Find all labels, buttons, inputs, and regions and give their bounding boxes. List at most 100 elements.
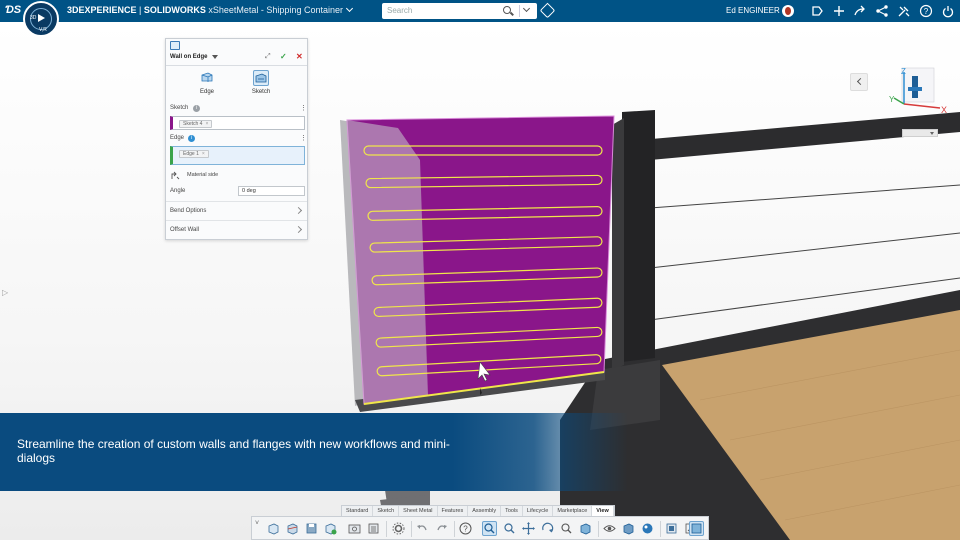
- compass-label-3d: 3D: [30, 15, 37, 21]
- more-options-icon[interactable]: ⋮: [300, 134, 307, 142]
- chevron-right-icon: [294, 206, 303, 215]
- axis-y-label: Y: [889, 95, 895, 104]
- undo-icon[interactable]: [415, 521, 430, 536]
- tab-features[interactable]: Features: [438, 506, 469, 516]
- svg-text:?: ?: [463, 525, 468, 534]
- toolbar-divider: [660, 521, 661, 537]
- search-input[interactable]: Search: [382, 3, 537, 19]
- wall-on-edge-panel: Wall on Edge ⤢ ✓ ✕ Sketch i ⋮ Sketch 4 × …: [165, 38, 308, 240]
- collapse-panel-button[interactable]: [850, 73, 868, 91]
- document-title[interactable]: xSheetMetal - Shipping Container: [208, 5, 343, 15]
- plus-icon[interactable]: [832, 4, 846, 18]
- brand-title[interactable]: 3DEXPERIENCE | SOLIDWORKS xSheetMetal - …: [67, 4, 354, 15]
- bend-options-label: Bend Options: [170, 208, 207, 214]
- edge-chip[interactable]: Edge 1 ×: [179, 150, 209, 158]
- play-icon: [38, 14, 45, 22]
- edge-chip-label: Edge 1: [183, 151, 199, 157]
- edge-mode-icon: [200, 70, 214, 84]
- brand-primary: 3DEXPERIENCE: [67, 5, 137, 15]
- zoom-icon[interactable]: [559, 521, 574, 536]
- axis-x-label: X: [941, 105, 947, 115]
- pan-icon[interactable]: [521, 521, 536, 536]
- hide-show-icon[interactable]: [602, 521, 617, 536]
- toolbar-divider: [386, 521, 387, 537]
- flip-side-icon[interactable]: [171, 171, 180, 180]
- tab-lifecycle[interactable]: Lifecycle: [523, 506, 554, 516]
- view-orientation-dropdown[interactable]: [902, 129, 938, 137]
- tab-assembly[interactable]: Assembly: [468, 506, 502, 516]
- title-dropdown-icon[interactable]: [212, 55, 218, 59]
- material-side-label[interactable]: Material side: [187, 172, 218, 178]
- display-style-icon[interactable]: [621, 521, 636, 536]
- edge-mode-label: Edge: [199, 89, 214, 95]
- tab-sheet-metal[interactable]: Sheet Metal: [399, 506, 438, 516]
- edit-appearance-icon[interactable]: [640, 521, 655, 536]
- bend-options-section[interactable]: Bend Options: [166, 201, 307, 219]
- ok-button[interactable]: ✓: [280, 52, 287, 61]
- chevron-down-icon[interactable]: [345, 4, 354, 13]
- more-options-icon[interactable]: ⋮: [300, 104, 307, 112]
- angle-input[interactable]: 0 deg: [238, 186, 305, 196]
- compass-icon[interactable]: 3D V,R: [23, 1, 59, 37]
- tab-marketplace[interactable]: Marketplace: [553, 506, 593, 516]
- chevron-down-icon[interactable]: ˅: [255, 520, 259, 527]
- offset-wall-section[interactable]: Offset Wall: [166, 220, 307, 238]
- remove-chip-icon[interactable]: ×: [205, 121, 208, 127]
- command-tabs: Standard Sketch Sheet Metal Features Ass…: [341, 505, 615, 516]
- help-icon[interactable]: ?: [458, 521, 473, 536]
- rebuild-icon[interactable]: [323, 521, 338, 536]
- view-orientation-icon[interactable]: [266, 521, 281, 536]
- view-triad[interactable]: Z X Y: [886, 62, 952, 118]
- sketch-selection-box[interactable]: Sketch 4 ×: [170, 116, 305, 130]
- tag-icon[interactable]: [539, 2, 556, 19]
- avatar[interactable]: [782, 5, 794, 17]
- tab-sketch[interactable]: Sketch: [373, 506, 400, 516]
- share-alt-icon[interactable]: [875, 4, 889, 18]
- caption-banner: Streamline the creation of custom walls …: [0, 413, 628, 491]
- search-dropdown-icon[interactable]: [522, 4, 531, 13]
- tab-standard[interactable]: Standard: [342, 506, 374, 516]
- chevron-right-icon: [294, 225, 303, 234]
- tab-view[interactable]: View: [592, 506, 614, 516]
- edge-selection-box[interactable]: Edge 1 ×: [170, 146, 305, 165]
- zoom-fit-icon[interactable]: [482, 521, 497, 536]
- remove-chip-icon[interactable]: ×: [202, 151, 205, 157]
- bookmark-icon[interactable]: [810, 4, 824, 18]
- info-icon[interactable]: i: [188, 135, 195, 142]
- 3d-view-icon[interactable]: [578, 521, 593, 536]
- caption-text: Streamline the creation of custom walls …: [17, 437, 450, 465]
- appearance-icon[interactable]: [366, 521, 381, 536]
- angle-label: Angle: [170, 188, 186, 194]
- compass-label-vr: V,R: [39, 27, 47, 33]
- zoom-area-icon[interactable]: [502, 521, 517, 536]
- user-name[interactable]: Ed ENGINEER: [726, 6, 780, 15]
- edge-section-label: Edge: [170, 135, 185, 141]
- panel-title[interactable]: Wall on Edge: [170, 54, 207, 60]
- power-icon[interactable]: [941, 4, 955, 18]
- tools-icon[interactable]: [897, 4, 911, 18]
- info-icon[interactable]: i: [193, 105, 200, 112]
- apply-scene-icon[interactable]: [664, 521, 679, 536]
- rotate-icon[interactable]: [540, 521, 555, 536]
- svg-text:?: ?: [924, 7, 929, 16]
- search-icon[interactable]: [503, 6, 511, 14]
- save-icon[interactable]: [304, 521, 319, 536]
- share-icon[interactable]: [853, 4, 867, 18]
- help-icon[interactable]: ?: [919, 4, 933, 18]
- axis-z-label: Z: [901, 67, 906, 76]
- expand-panel-icon[interactable]: ▷: [2, 288, 8, 297]
- edge-mode-button[interactable]: Edge: [192, 69, 222, 99]
- sketch-chip[interactable]: Sketch 4 ×: [179, 120, 213, 128]
- sketch-mode-button[interactable]: Sketch: [246, 69, 276, 99]
- tab-tools[interactable]: Tools: [501, 506, 523, 516]
- cancel-button[interactable]: ✕: [296, 52, 303, 61]
- redo-icon[interactable]: [434, 521, 449, 536]
- realview-icon[interactable]: [689, 521, 704, 536]
- header-divider: [166, 65, 307, 66]
- section-view-icon[interactable]: [285, 521, 300, 536]
- corner-post: [622, 110, 655, 362]
- pin-icon[interactable]: ⤢: [265, 53, 271, 61]
- sketch-section-label: Sketch: [170, 105, 189, 111]
- snapshot-icon[interactable]: [347, 521, 362, 536]
- options-icon[interactable]: [391, 521, 406, 536]
